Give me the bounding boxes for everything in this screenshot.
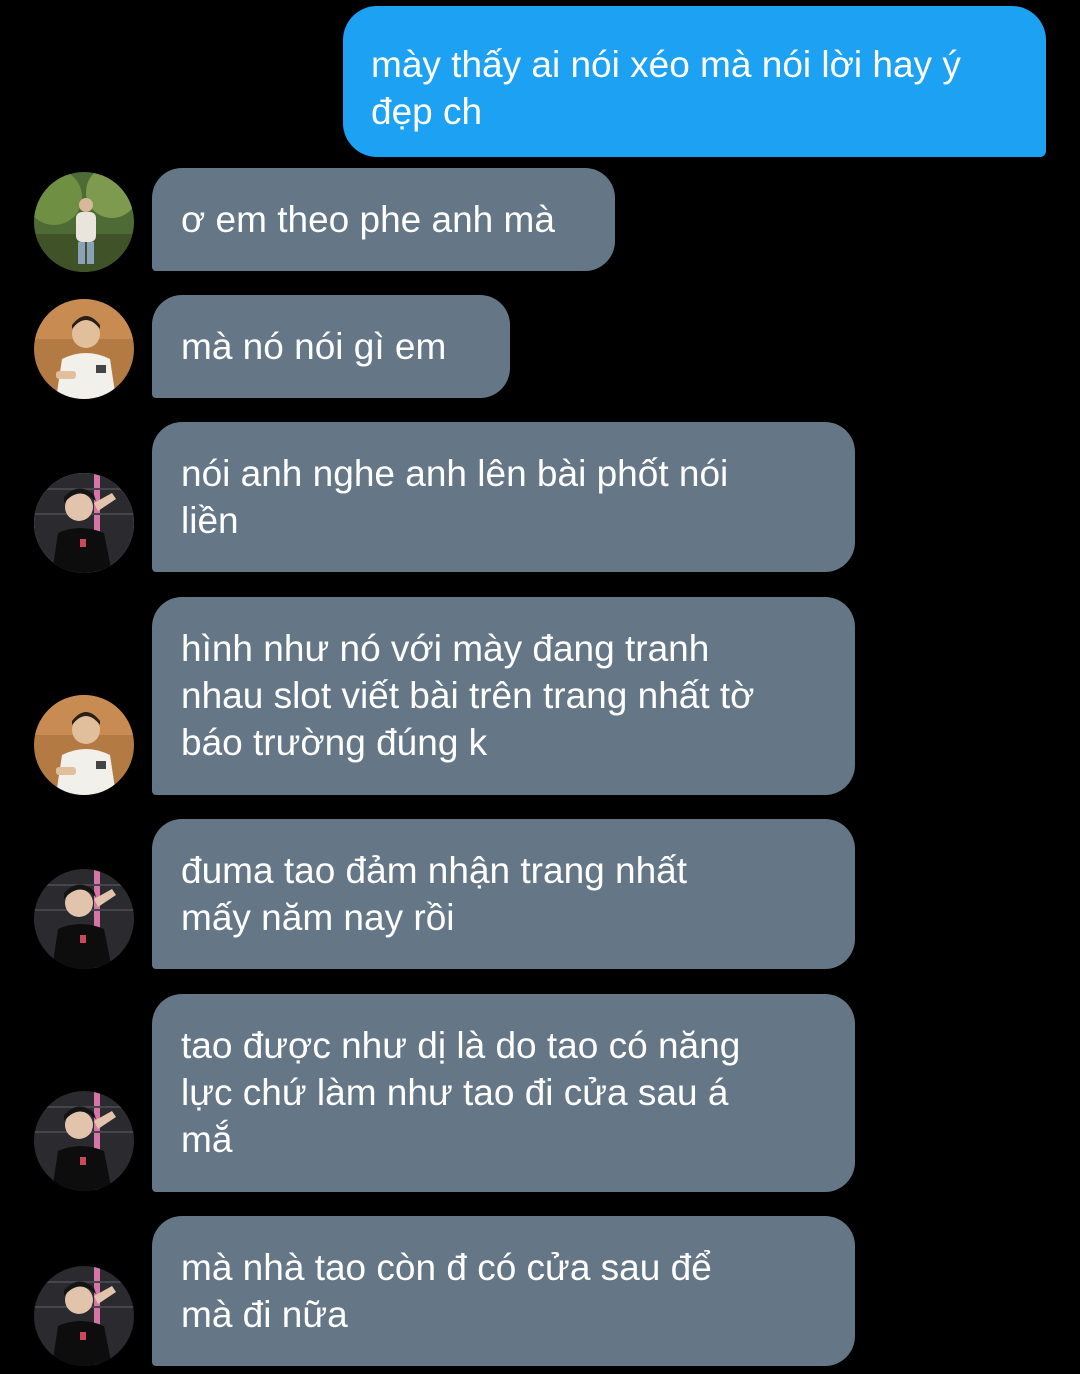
received-message-bubble[interactable]: mà nhà tao còn đ có cửa sau để mà đi nữa bbox=[152, 1216, 855, 1366]
received-message-bubble[interactable]: ơ em theo phe anh mà bbox=[152, 168, 615, 271]
avatar-white-shirt-photo[interactable] bbox=[34, 299, 134, 399]
received-message-bubble[interactable]: mà nó nói gì em bbox=[152, 295, 510, 398]
avatar-black-shirt-photo[interactable] bbox=[34, 869, 134, 969]
avatar-black-shirt-photo[interactable] bbox=[34, 1266, 134, 1366]
received-message-bubble[interactable]: hình như nó với mày đang tranh nhau slot… bbox=[152, 597, 855, 795]
avatar-garden-photo[interactable] bbox=[34, 172, 134, 272]
received-message-bubble[interactable]: nói anh nghe anh lên bài phốt nói liền bbox=[152, 422, 855, 572]
received-message-bubble[interactable]: tao được như dị là do tao có năng lực ch… bbox=[152, 994, 855, 1192]
received-message-bubble[interactable]: đuma tao đảm nhận trang nhất mấy năm nay… bbox=[152, 819, 855, 969]
sent-message-bubble[interactable]: mày thấy ai nói xéo mà nói lời hay ý đẹp… bbox=[343, 6, 1046, 157]
avatar-white-shirt-photo[interactable] bbox=[34, 695, 134, 795]
avatar-black-shirt-photo[interactable] bbox=[34, 1091, 134, 1191]
avatar-black-shirt-photo[interactable] bbox=[34, 473, 134, 573]
